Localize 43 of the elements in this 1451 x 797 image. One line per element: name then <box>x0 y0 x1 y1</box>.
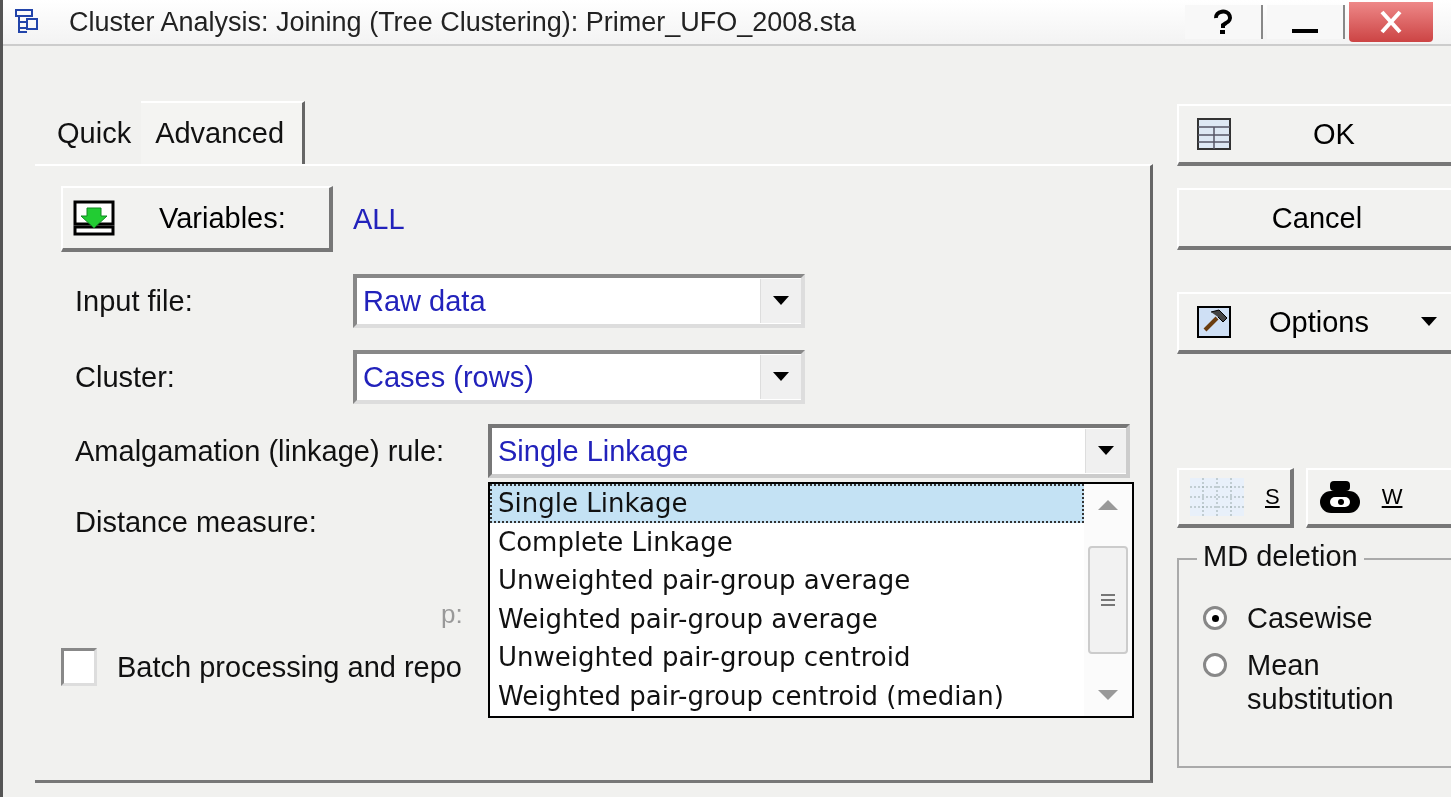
list-item[interactable]: Weighted pair-group centroid (median) <box>490 676 1084 715</box>
field-label: Amalgamation (linkage) rule: <box>75 434 446 468</box>
radio-label: Casewise <box>1247 602 1374 636</box>
field-label: Cluster: <box>75 360 176 394</box>
field-label: Input file: <box>75 284 194 318</box>
tab[interactable]: Advanced <box>141 101 306 166</box>
radio-button[interactable] <box>1203 653 1227 678</box>
field-label: Distance measure: <box>75 506 318 539</box>
radio-button[interactable] <box>1203 606 1227 630</box>
dropdown-field[interactable]: Cases (rows) <box>353 350 805 404</box>
scroll-down-icon[interactable] <box>1098 690 1118 702</box>
field-label: p: <box>441 599 463 630</box>
scrollbar[interactable] <box>1084 484 1132 716</box>
download-icon <box>73 200 115 236</box>
toolbar-button[interactable]: S <box>1177 468 1294 528</box>
variables-value: ALL <box>353 202 405 236</box>
toolbar-button[interactable]: W <box>1305 468 1451 528</box>
tab[interactable]: Quick <box>35 105 142 164</box>
grid-icon <box>1189 477 1245 517</box>
list-item[interactable]: Unweighted pair-group centroid <box>490 638 1084 677</box>
radio-label: Mean substitution <box>1247 649 1395 717</box>
scroll-up-icon[interactable] <box>1098 498 1118 510</box>
table-icon <box>1197 118 1231 150</box>
minimize-button[interactable] <box>1267 5 1345 39</box>
list-item[interactable]: Weighted pair-group average <box>490 599 1084 638</box>
help-button[interactable] <box>1185 5 1263 39</box>
action-button[interactable]: Options <box>1177 292 1451 354</box>
caret-icon <box>1421 317 1437 327</box>
action-button[interactable]: Cancel <box>1177 188 1451 250</box>
grip-icon <box>1101 592 1115 608</box>
list-item[interactable]: Single Linkage <box>490 484 1084 523</box>
checkbox[interactable] <box>61 648 97 686</box>
action-button[interactable]: OK <box>1177 104 1451 166</box>
close-button[interactable] <box>1349 2 1433 42</box>
list-item[interactable]: Unweighted pair-group average <box>490 561 1084 600</box>
weight-icon <box>1317 479 1362 515</box>
window-title: Cluster Analysis: Joining (Tree Clustering): Primer_UFO_2008.sta <box>69 6 856 38</box>
dropdown-field[interactable]: Raw data <box>353 274 805 328</box>
minimize-icon <box>1292 29 1318 33</box>
hammer-icon <box>1197 306 1231 338</box>
variables-button[interactable]: Variables: <box>61 186 333 252</box>
list-item[interactable]: Complete Linkage <box>490 522 1084 561</box>
checkbox-label: Batch processing and repo <box>117 650 462 684</box>
